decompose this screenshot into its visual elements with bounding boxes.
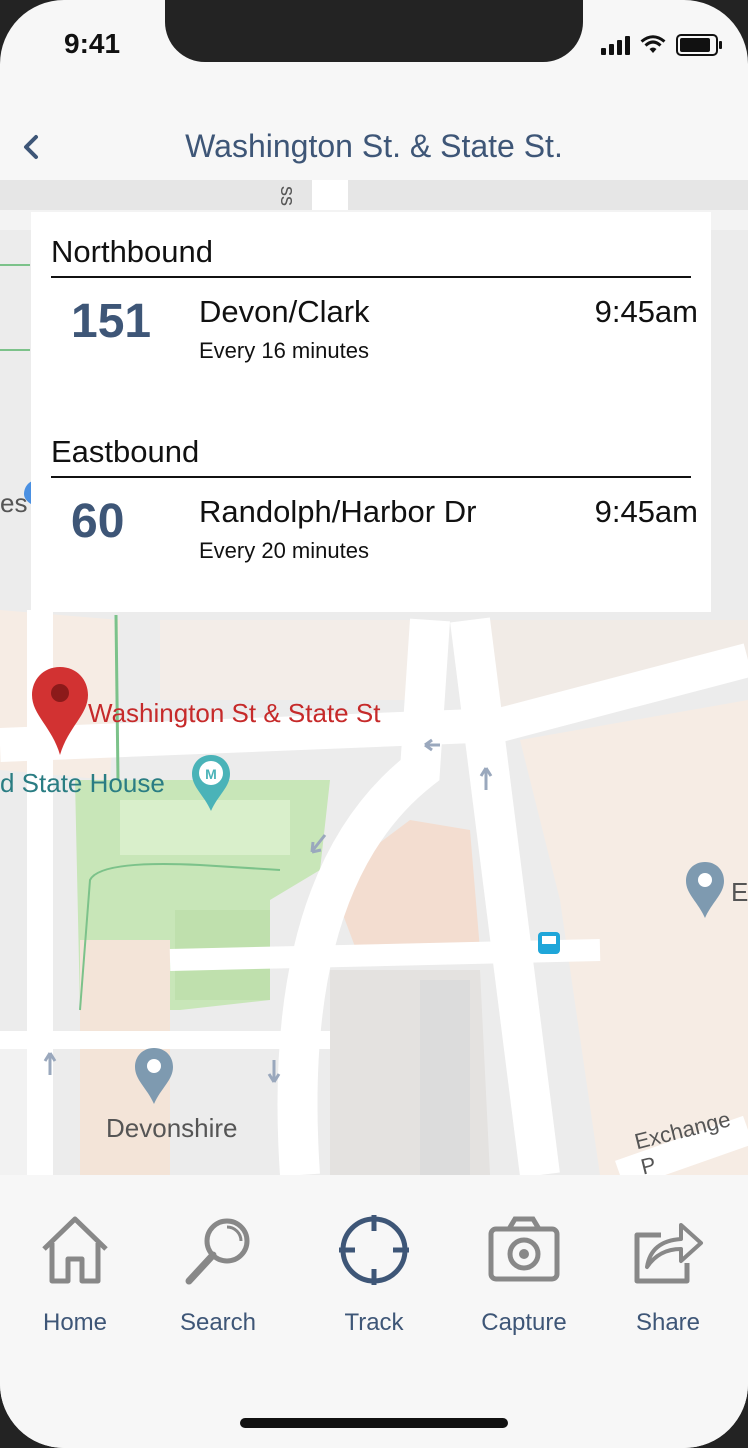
tab-track[interactable]: Track [304,1213,444,1343]
section-title: Eastbound [51,434,691,478]
section-header-eastbound: Eastbound [51,434,691,478]
home-indicator[interactable] [240,1418,508,1428]
route-number: 60 [71,495,125,548]
tab-label: Share [635,1309,701,1336]
phone-screen: 9:41 Washington St. & State St. Washingt… [0,0,748,1448]
wifi-icon [640,35,666,53]
tab-share[interactable]: Share [598,1213,738,1343]
route-destination: Randolph/Harbor Dr [199,494,477,529]
pin-label: Washington St & State St [88,698,381,728]
battery-icon [676,34,722,56]
route-number: 151 [71,295,152,348]
tab-home[interactable]: Home [5,1213,145,1343]
home-icon [42,1216,108,1284]
target-icon [339,1215,409,1285]
poi-label-state-house: d State House [0,768,165,798]
tab-label: Capture [481,1309,567,1336]
route-row-60[interactable]: 60 Randolph/Harbor Dr Every 20 minutes 9… [31,494,711,574]
poi-label-e: E [731,877,748,907]
status-time: 9:41 [64,28,121,59]
search-icon [185,1218,250,1285]
departures-card: Northbound 151 Devon/Clark Every 16 minu… [31,212,711,612]
section-title: Northbound [51,234,691,278]
place-marker-icon[interactable] [133,1046,175,1106]
tab-label: Search [179,1309,257,1336]
route-destination: Devon/Clark [199,294,370,329]
poi-label-devonshire: Devonshire [106,1113,238,1143]
route-frequency: Every 20 minutes [199,538,369,563]
tab-label: Track [344,1309,404,1336]
tab-search[interactable]: Search [148,1213,288,1343]
device-notch [165,0,583,62]
place-marker-icon[interactable] [684,860,726,920]
svg-text:M: M [205,766,217,782]
route-time: 9:45am [594,294,698,329]
status-icons [601,34,722,56]
section-header-northbound: Northbound [51,234,691,278]
route-frequency: Every 16 minutes [199,338,369,363]
camera-icon [488,1216,560,1282]
page-title: Washington St. & State St. [185,128,563,164]
cellular-signal-icon [601,35,630,55]
tab-label: Home [42,1309,108,1336]
route-row-151[interactable]: 151 Devon/Clark Every 16 minutes 9:45am [31,294,711,374]
location-pin-icon[interactable] [30,665,90,757]
tab-capture[interactable]: Capture [454,1213,594,1343]
museum-marker-icon[interactable]: M [190,753,232,813]
share-icon [634,1223,703,1284]
navigation-bar: Washington St. & State St. [0,110,748,180]
route-time: 9:45am [594,494,698,529]
tab-bar: Home Search Track Capture Share [0,1175,748,1448]
street-label-top: ss [276,186,298,206]
